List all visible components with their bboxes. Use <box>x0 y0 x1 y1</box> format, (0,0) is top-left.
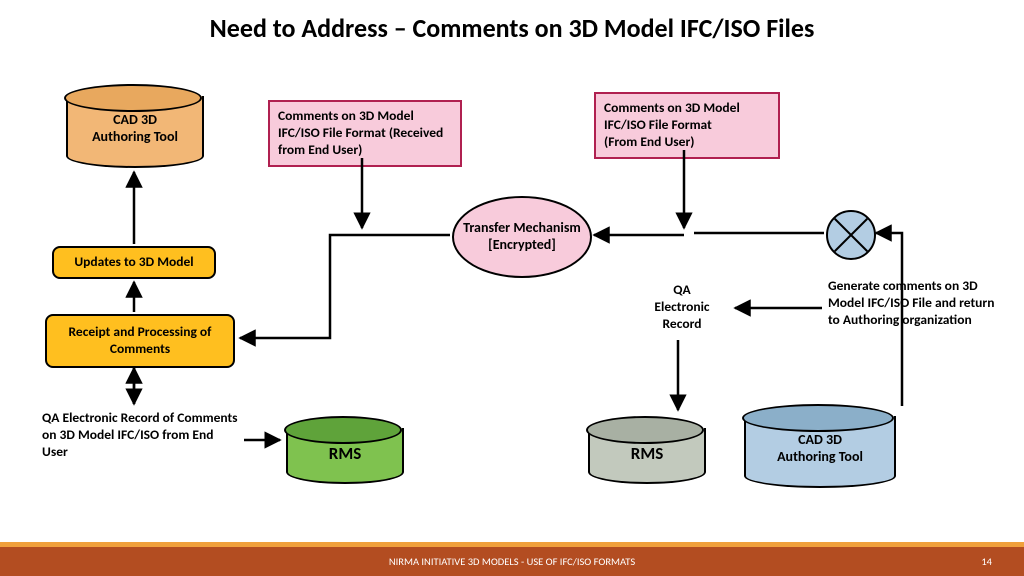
transfer-mechanism: Transfer Mechanism [Encrypted] <box>452 196 592 278</box>
receipt-box: Receipt and Processing of Comments <box>45 314 235 368</box>
generate-comments-text: Generate comments on 3D Model IFC/ISO Fi… <box>828 278 1008 329</box>
pink-box-from-enduser: Comments on 3D Model IFC/ISO File Format… <box>594 92 780 159</box>
cylinder-cad-left: CAD 3DAuthoring Tool <box>66 96 200 168</box>
cylinder-rms-grey: RMS <box>588 428 702 484</box>
cylinder-cad-right: CAD 3DAuthoring Tool <box>744 416 892 488</box>
updates-box: Updates to 3D Model <box>52 246 216 279</box>
page-title: Need to Address – Comments on 3D Model I… <box>0 12 1024 44</box>
qa-record-left-text: QA Electronic Record of Comments on 3D M… <box>42 410 242 461</box>
footer-bar: NIRMA INITIATIVE 3D MODELS - USE OF IFC/… <box>0 547 1024 576</box>
footer-label: NIRMA INITIATIVE 3D MODELS - USE OF IFC/… <box>0 555 1024 568</box>
page-number: 14 <box>981 555 992 568</box>
qa-record-mid-text: QA Electronic Record <box>637 282 727 333</box>
pink-box-received: Comments on 3D Model IFC/ISO File Format… <box>268 100 462 167</box>
cross-node-icon <box>826 210 876 260</box>
cylinder-rms-green: RMS <box>286 428 400 484</box>
